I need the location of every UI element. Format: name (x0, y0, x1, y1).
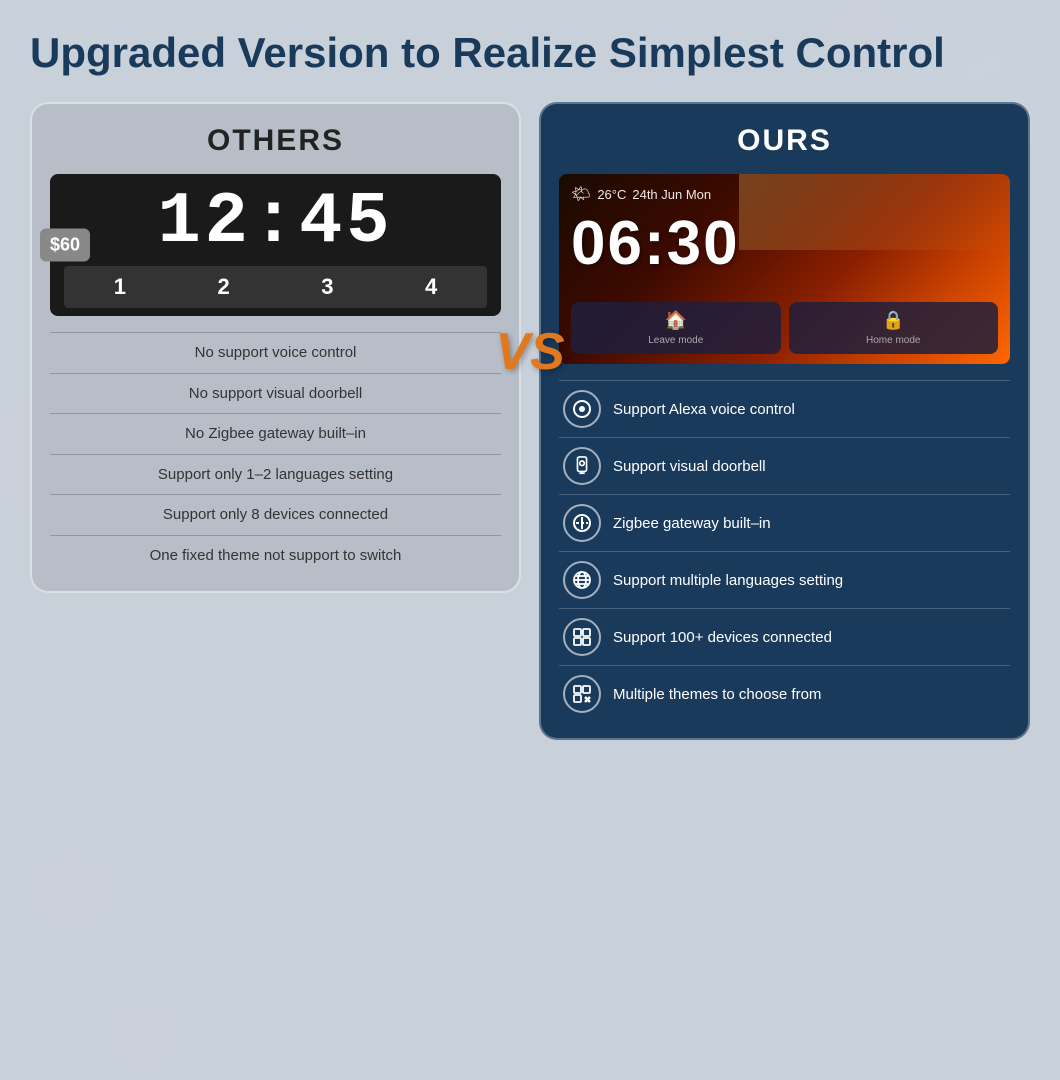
ours-title: OURS (559, 124, 1010, 158)
ours-display: 🌤 26°C 24th Jun Mon 06:30 🏠 Leave mode 🔒… (559, 174, 1010, 364)
feature-icon-5 (563, 675, 601, 713)
feature-icon-2 (563, 504, 601, 542)
ours-feature-text-3: Support multiple languages setting (613, 571, 843, 591)
feature-icon-4 (563, 618, 601, 656)
others-features: No support voice control No support visu… (50, 332, 501, 575)
mode-home: 🔒 Home mode (789, 302, 999, 354)
ours-feature-text-0: Support Alexa voice control (613, 400, 795, 420)
ours-time: 06:30 (571, 208, 998, 279)
comparison-cards: VS OTHERS $60 12:45 1 2 3 4 No support v… (30, 102, 1030, 740)
leave-label: Leave mode (648, 335, 703, 346)
ours-feature-5: Multiple themes to choose from (559, 665, 1010, 722)
feature-icon-1 (563, 447, 601, 485)
ours-feature-text-1: Support visual doorbell (613, 457, 766, 477)
home-label: Home mode (866, 335, 920, 346)
others-title: OTHERS (50, 124, 501, 158)
leave-icon: 🏠 (665, 310, 687, 331)
date: 24th Jun Mon (632, 187, 711, 202)
ours-feature-4: Support 100+ devices connected (559, 608, 1010, 665)
mode-leave: 🏠 Leave mode (571, 302, 781, 354)
others-time: 12:45 (64, 186, 487, 258)
price-tag: $60 (40, 229, 90, 262)
digit-buttons: 1 2 3 4 (64, 266, 487, 308)
temperature: 26°C (597, 187, 626, 202)
home-icon: 🔒 (882, 310, 904, 331)
digit-4: 4 (411, 274, 451, 300)
ours-feature-1: Support visual doorbell (559, 437, 1010, 494)
ours-feature-0: Support Alexa voice control (559, 380, 1010, 437)
ours-feature-2: Zigbee gateway built–in (559, 494, 1010, 551)
weather-icon: 🌤 (571, 184, 591, 204)
ours-features: Support Alexa voice control Support visu… (559, 380, 1010, 722)
ours-feature-text-4: Support 100+ devices connected (613, 628, 832, 648)
digit-1: 1 (100, 274, 140, 300)
digit-3: 3 (307, 274, 347, 300)
card-others: OTHERS $60 12:45 1 2 3 4 No support voic… (30, 102, 521, 593)
digit-2: 2 (204, 274, 244, 300)
others-feature-1: No support visual doorbell (50, 373, 501, 414)
page-content: Upgraded Version to Realize Simplest Con… (0, 0, 1060, 760)
feature-icon-3 (563, 561, 601, 599)
others-feature-5: One fixed theme not support to switch (50, 535, 501, 576)
ours-feature-text-5: Multiple themes to choose from (613, 685, 821, 705)
others-feature-3: Support only 1–2 languages setting (50, 454, 501, 495)
ours-modes: 🏠 Leave mode 🔒 Home mode (571, 302, 998, 354)
ours-display-inner: 🌤 26°C 24th Jun Mon 06:30 🏠 Leave mode 🔒… (559, 174, 1010, 364)
feature-icon-0 (563, 390, 601, 428)
ours-feature-3: Support multiple languages setting (559, 551, 1010, 608)
others-feature-2: No Zigbee gateway built–in (50, 413, 501, 454)
card-ours: OURS 🌤 26°C 24th Jun Mon 06:30 🏠 Leave m… (539, 102, 1030, 740)
ours-feature-text-2: Zigbee gateway built–in (613, 514, 771, 534)
page-title: Upgraded Version to Realize Simplest Con… (30, 28, 1030, 78)
others-feature-0: No support voice control (50, 332, 501, 373)
others-feature-4: Support only 8 devices connected (50, 494, 501, 535)
ours-weather: 🌤 26°C 24th Jun Mon (571, 184, 998, 204)
others-display: $60 12:45 1 2 3 4 (50, 174, 501, 316)
